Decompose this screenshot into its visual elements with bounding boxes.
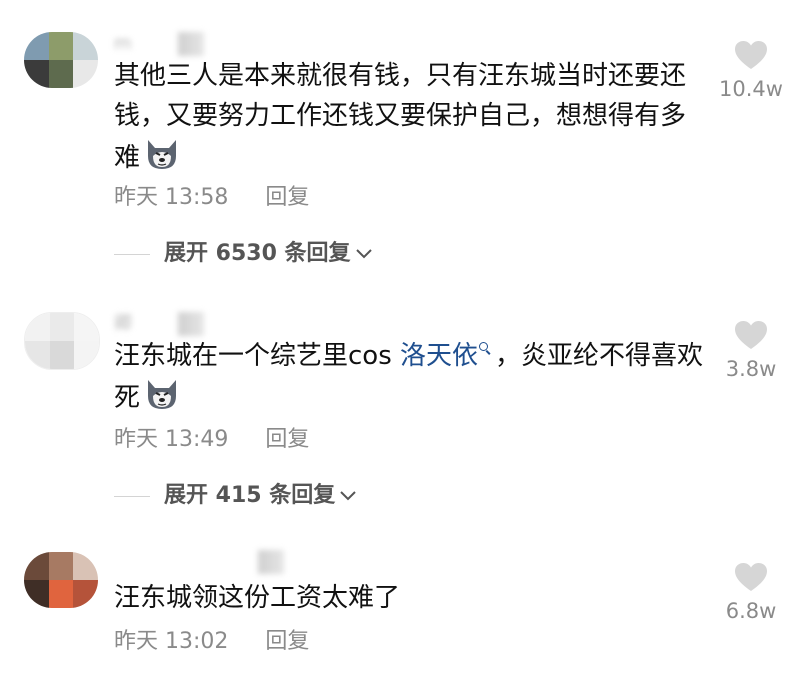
reply-button[interactable]: 回复 [265, 629, 309, 654]
avatar-pixel [49, 341, 75, 369]
comment-text-segment: 其他三人是本来就很有钱，只有汪东城当时还要还钱，又要努力工作还钱又要保护自己，想… [114, 61, 687, 173]
comment-time: 昨天 13:02 [114, 629, 229, 654]
comment-time: 昨天 13:49 [114, 427, 229, 452]
comment-text: 汪东城在一个综艺里cos 洛天依 ，炎亚纶不得喜欢死 [114, 336, 704, 418]
avatar-pixel [48, 32, 74, 60]
avatar[interactable] [24, 32, 98, 88]
comment-text: 汪东城领这份工资太难了 [114, 583, 401, 613]
expand-replies-label[interactable]: 展开 6530 条回复 [164, 240, 351, 268]
avatar-pixel [49, 313, 75, 341]
reply-button[interactable]: 回复 [265, 185, 309, 210]
comment-meta: 昨天 13:49 回复 [114, 426, 309, 454]
expand-replies[interactable]: 展开 6530 条回复 [114, 240, 373, 268]
search-icon [479, 342, 491, 354]
avatar-pixel [73, 32, 98, 60]
avatar-pixel [24, 580, 49, 608]
husky-emoji-icon [148, 380, 177, 409]
avatar-pixel [73, 60, 98, 88]
avatar-pixel [25, 313, 50, 341]
comment-text-segment: 汪东城在一个综艺里cos [114, 341, 401, 371]
like-count: 3.8w [725, 357, 777, 381]
heart-icon [735, 41, 767, 69]
like-count: 10.4w [719, 77, 783, 101]
expand-replies-label[interactable]: 展开 415 条回复 [164, 482, 335, 510]
avatar[interactable] [24, 552, 98, 608]
divider [114, 253, 150, 255]
chevron-down-icon [340, 491, 356, 501]
heart-icon [735, 563, 767, 591]
avatar-pixel [24, 60, 49, 88]
like-button[interactable]: 3.8w [716, 320, 786, 382]
heart-icon [735, 321, 767, 349]
avatar-pixel [73, 552, 98, 580]
like-button[interactable]: 10.4w [716, 40, 786, 102]
topic-link[interactable]: 洛天依 [400, 341, 478, 371]
username[interactable]: m [114, 32, 204, 56]
reply-button[interactable]: 回复 [265, 427, 309, 452]
comment-meta: 昨天 13:58 回复 [114, 184, 309, 212]
avatar-pixel [48, 60, 74, 88]
like-count: 6.8w [725, 599, 777, 623]
avatar-pixel [74, 313, 99, 341]
avatar-pixel [24, 552, 49, 580]
avatar-pixel [48, 580, 74, 608]
username[interactable]: 卿 [114, 312, 204, 336]
avatar-pixel [73, 580, 98, 608]
husky-emoji-icon [148, 140, 177, 169]
divider [114, 495, 150, 497]
avatar[interactable] [24, 312, 100, 370]
username[interactable] [114, 550, 284, 574]
comment-time: 昨天 13:58 [114, 185, 229, 210]
like-button[interactable]: 6.8w [716, 562, 786, 624]
avatar-pixel [48, 552, 74, 580]
comment-meta: 昨天 13:02 回复 [114, 628, 309, 656]
comment-text: 其他三人是本来就很有钱，只有汪东城当时还要还钱，又要努力工作还钱又要保护自己，想… [114, 56, 704, 178]
avatar-pixel [74, 341, 99, 369]
expand-replies[interactable]: 展开 415 条回复 [114, 482, 357, 510]
chevron-down-icon [355, 249, 372, 259]
avatar-pixel [24, 32, 49, 60]
avatar-pixel [25, 341, 50, 369]
